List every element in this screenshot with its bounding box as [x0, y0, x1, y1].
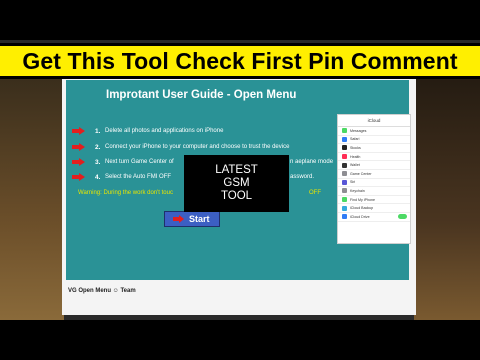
- phone-setting-label: iCloud Drive: [350, 214, 370, 219]
- app-icon: [342, 145, 347, 151]
- letterbox-top: [0, 0, 480, 40]
- background-left: [0, 79, 64, 320]
- overlay-line-2: GSM: [223, 177, 250, 189]
- step-text: Connect your iPhone to your computer and…: [105, 144, 290, 150]
- phone-setting-label: Siri: [350, 180, 356, 185]
- app-icon: [342, 128, 347, 134]
- red-arrow-icon: [173, 215, 184, 223]
- footer-credit: VG Open Menu ☺ Team: [68, 288, 136, 294]
- warning-text: Warning: During the work don't touc: [78, 190, 173, 196]
- guide-title: Improtant User Guide - Open Menu: [106, 89, 297, 101]
- guide-step-2: 2. Connect your iPhone to your computer …: [72, 141, 289, 153]
- letterbox-bottom: [0, 320, 480, 360]
- toggle-switch[interactable]: [398, 214, 407, 220]
- step-text-tail: n aeplane mode: [290, 159, 334, 165]
- phone-setting-row[interactable]: Find My iPhone: [338, 196, 410, 205]
- app-icon: [342, 136, 347, 142]
- phone-setting-label: Messages: [350, 128, 367, 133]
- phone-setting-label: iCloud Backup: [350, 206, 374, 211]
- app-icon: [342, 154, 347, 160]
- phone-setting-row[interactable]: iCloud Drive: [338, 213, 410, 222]
- phone-setting-label: Wallet: [350, 163, 360, 168]
- guide-step-1: 1. Delete all photos and applications on…: [72, 125, 223, 137]
- app-icon: [342, 197, 347, 203]
- red-arrow-icon: [72, 143, 85, 151]
- phone-setting-row[interactable]: Wallet: [338, 161, 410, 170]
- phone-setting-row[interactable]: Safari: [338, 136, 410, 145]
- step-text: Next turn Game Center of: [105, 159, 174, 165]
- app-icon: [342, 205, 347, 211]
- phone-settings-list: Messages Safari Stocks Health Wallet Game Cen…: [338, 127, 410, 222]
- red-arrow-icon: [72, 158, 85, 166]
- phone-setting-row[interactable]: Health: [338, 153, 410, 162]
- phone-setting-label: Health: [350, 154, 361, 159]
- phone-header: iCloud: [338, 115, 410, 127]
- red-arrow-icon: [72, 127, 85, 135]
- background-right: [414, 79, 480, 320]
- overlay-line-3: TOOL: [220, 190, 253, 202]
- phone-setting-row[interactable]: Stocks: [338, 144, 410, 153]
- phone-setting-row[interactable]: Game Center: [338, 170, 410, 179]
- promo-banner: Get This Tool Check First Pin Comment: [0, 43, 480, 79]
- step-text: Select the Auto FMI OFF: [105, 174, 172, 180]
- watermark-overlay: LATEST GSM TOOL: [184, 155, 289, 212]
- phone-setting-row[interactable]: Siri: [338, 179, 410, 188]
- phone-setting-row[interactable]: Keychain: [338, 187, 410, 196]
- app-icon: [342, 171, 347, 177]
- phone-setting-label: Safari: [350, 137, 360, 142]
- app-icon: [342, 162, 347, 168]
- step-number: 4.: [95, 173, 101, 181]
- overlay-line-1: LATEST: [215, 164, 258, 176]
- red-arrow-icon: [72, 173, 85, 181]
- phone-setting-row[interactable]: iCloud Backup: [338, 204, 410, 213]
- guide-step-3: 3. Next turn Game Center of n aeplane mo…: [72, 156, 333, 168]
- guide-step-4: 4. Select the Auto FMI OFF assword.: [72, 171, 314, 183]
- step-number: 1.: [95, 127, 101, 135]
- app-icon: [342, 188, 347, 194]
- start-button-label: Start: [189, 214, 210, 224]
- warning-text-tail: OFF: [309, 190, 321, 196]
- iphone-settings-panel: iCloud Messages Safari Stocks Health Wallet G…: [337, 114, 411, 244]
- app-icon: [342, 214, 347, 220]
- app-icon: [342, 179, 347, 185]
- phone-setting-label: Keychain: [350, 188, 365, 193]
- step-number: 3.: [95, 158, 101, 166]
- step-text-tail: assword.: [290, 174, 315, 180]
- phone-setting-label: Stocks: [350, 145, 361, 150]
- step-text: Delete all photos and applications on iP…: [105, 128, 224, 134]
- phone-setting-row[interactable]: Messages: [338, 127, 410, 136]
- phone-setting-label: Game Center: [350, 171, 372, 176]
- step-number: 2.: [95, 143, 101, 151]
- phone-setting-label: Find My iPhone: [350, 197, 375, 202]
- start-button[interactable]: Start: [164, 211, 220, 227]
